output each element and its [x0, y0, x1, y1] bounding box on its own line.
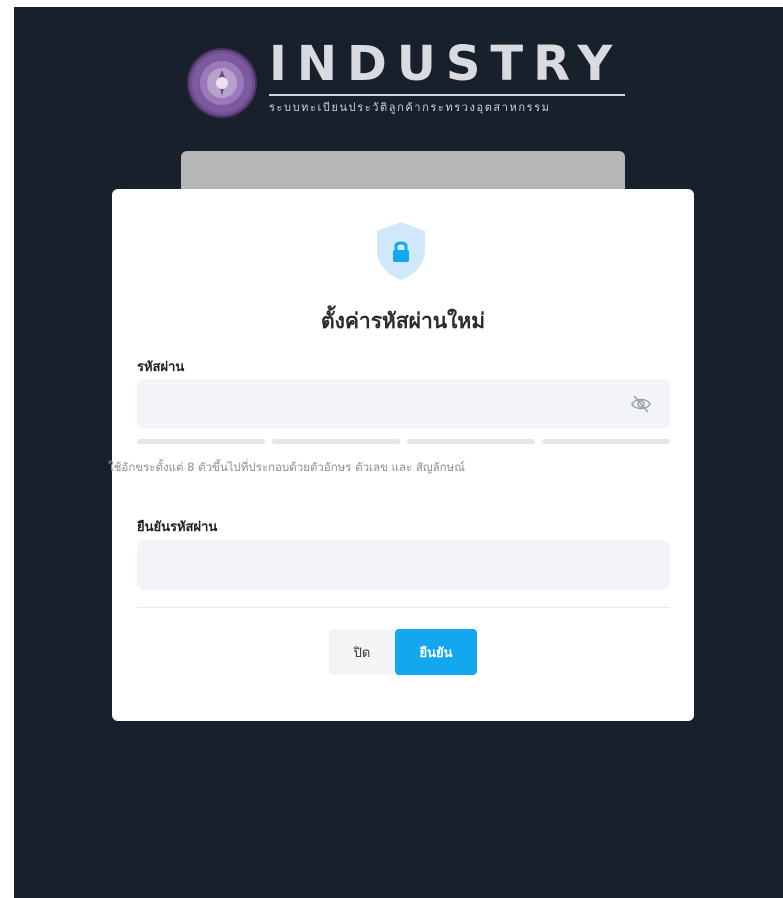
password-hint: ใช้อักขระตั้งแต่ 8 ตัวขึ้นไปที่ประกอบด้ว… — [108, 460, 465, 474]
ministry-seal-icon — [187, 48, 257, 118]
confirm-password-label: ยืนยันรหัสผ่าน — [137, 520, 218, 535]
brand-divider — [269, 94, 625, 96]
strength-segment — [407, 439, 535, 444]
password-input[interactable] — [137, 379, 670, 429]
eye-off-icon[interactable] — [630, 393, 652, 415]
app-logo: INDUSTRY ระบบทะเบียนประวัติลูกค้ากระทรวง… — [187, 36, 627, 118]
modal-divider — [137, 607, 670, 608]
modal-title: ตั้งค่ารหัสผ่านใหม่ — [320, 309, 486, 333]
shield-lock-icon — [373, 220, 429, 282]
strength-segment — [272, 439, 400, 444]
strength-segment — [542, 439, 670, 444]
brand-subtitle: ระบบทะเบียนประวัติลูกค้ากระทรวงอุตสาหกรร… — [269, 101, 551, 114]
confirm-button[interactable]: ยืนยัน — [395, 629, 477, 675]
password-strength-meter — [137, 439, 670, 444]
strength-segment — [137, 439, 265, 444]
password-label: รหัสผ่าน — [137, 360, 185, 375]
close-button[interactable]: ปิด — [329, 629, 395, 675]
reset-password-modal: ตั้งค่ารหัสผ่านใหม่ รหัสผ่าน ใช้อักขระตั… — [108, 189, 694, 721]
confirm-password-input[interactable] — [137, 540, 670, 590]
brand-name: INDUSTRY — [269, 36, 623, 92]
